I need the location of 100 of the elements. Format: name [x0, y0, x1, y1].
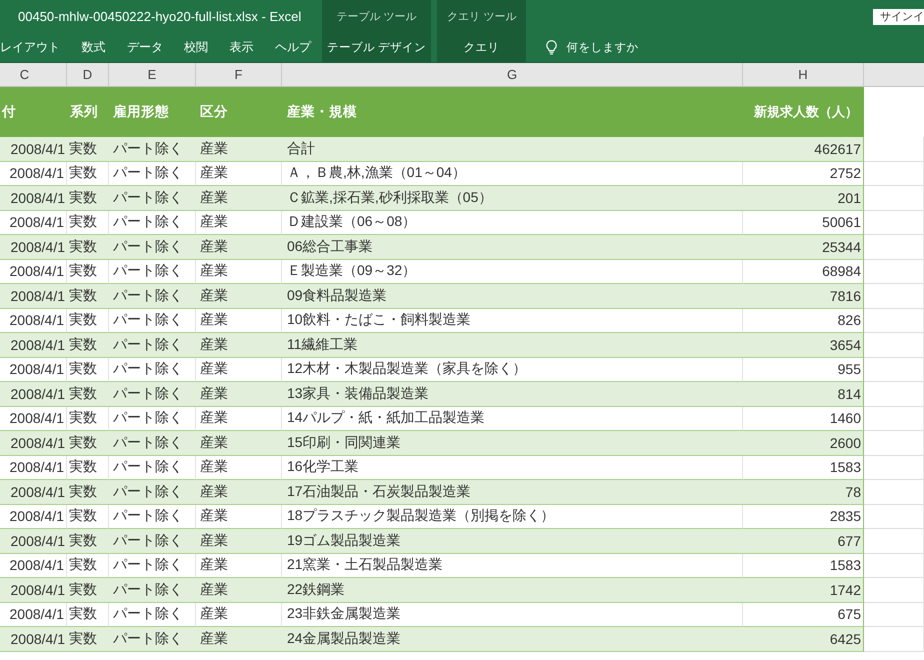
table-cell: 産業	[196, 186, 282, 210]
table-cell: 2008/4/1	[0, 554, 67, 578]
table-cell: 6425	[743, 627, 864, 652]
ribbon-tab[interactable]: テーブル デザイン	[325, 34, 428, 60]
table-cell: 19ゴム製品製造業	[282, 529, 743, 554]
column-header[interactable]: E	[109, 63, 196, 86]
table-cell: 実数	[67, 406, 109, 431]
table-cell: 7816	[743, 284, 864, 308]
table-cell: パート除く	[109, 406, 196, 431]
table-cell: 実数	[67, 284, 109, 308]
table-cell: 2008/4/1	[0, 456, 67, 480]
table-cell: 2008/4/1	[0, 162, 67, 186]
table-cell: パート除く	[109, 480, 196, 504]
sign-in-button[interactable]: サインイ	[873, 8, 924, 24]
table-cell: 産業	[196, 554, 282, 578]
column-header[interactable]: F	[196, 63, 282, 86]
table-cell: 15印刷・同関連業	[282, 431, 743, 456]
table-cell: Ｅ製造業（09～32）	[282, 260, 743, 284]
table-cell: 実数	[67, 431, 109, 456]
table-cell: パート除く	[109, 210, 196, 235]
ribbon-tab[interactable]: ヘルプ	[272, 34, 314, 60]
table-cell: 実数	[67, 260, 109, 284]
table-cell: 産業	[196, 406, 282, 431]
table-cell: 産業	[196, 308, 282, 333]
table-cell: パート除く	[109, 627, 196, 652]
table-cell: 2008/4/1	[0, 308, 67, 333]
ribbon-tab[interactable]: クエリ	[462, 34, 502, 60]
table-cell: 産業	[196, 137, 282, 162]
table-cell: パート除く	[109, 456, 196, 480]
table-cell: 2008/4/1	[0, 504, 67, 529]
table-cell: 14パルプ・紙・紙加工品製造業	[282, 406, 743, 431]
ribbon-tab[interactable]: レイアウト	[0, 34, 63, 60]
table-cell: パート除く	[109, 504, 196, 529]
column-header[interactable]: C	[0, 63, 67, 86]
ribbon-tab[interactable]: 校閲	[181, 34, 212, 60]
table-cell: パート除く	[109, 137, 196, 162]
table-cell: 1742	[743, 578, 864, 602]
table-cell: パート除く	[109, 358, 196, 382]
column-header[interactable]: H	[743, 63, 864, 86]
ribbon-tab[interactable]: 数式	[78, 34, 108, 60]
table-cell: 2008/4/1	[0, 210, 67, 235]
table-cell: 3654	[743, 333, 864, 358]
table-cell: 産業	[196, 578, 282, 602]
table-cell: 産業	[196, 260, 282, 284]
table-cell: 2008/4/1	[0, 431, 67, 456]
table-cell: 産業	[196, 431, 282, 456]
table-cell: 2752	[743, 162, 864, 186]
table-cell: 実数	[67, 480, 109, 504]
ribbon-tab[interactable]: データ	[124, 34, 166, 60]
table-cell: 2008/4/1	[0, 186, 67, 210]
column-header[interactable]: G	[282, 63, 743, 86]
table-cell: 1583	[743, 456, 864, 480]
table-cell: 23非鉄金属製造業	[282, 602, 743, 627]
table-header-cell: 付	[0, 87, 67, 137]
table-header-cell: 産業・規模	[282, 87, 743, 137]
table-cell: パート除く	[109, 431, 196, 456]
table-cell: 2008/4/1	[0, 480, 67, 504]
table-cell: 12木材・木製品製造業（家具を除く）	[282, 358, 743, 382]
table-cell: 産業	[196, 456, 282, 480]
table-cell: Ａ，Ｂ農,林,漁業（01～04）	[282, 162, 743, 186]
tell-me-button[interactable]: 何をしますか	[542, 36, 642, 60]
table-header-cell: 新規求人数（人）	[743, 87, 864, 137]
table-cell: 実数	[67, 162, 109, 186]
table-cell: 産業	[196, 382, 282, 406]
table-cell: 産業	[196, 284, 282, 308]
table-cell: 産業	[196, 504, 282, 529]
table-cell: 実数	[67, 529, 109, 554]
table-cell: 実数	[67, 210, 109, 235]
table-cell: 2008/4/1	[0, 358, 67, 382]
context-group-label: クエリ ツール	[447, 10, 516, 24]
table-cell: 実数	[67, 578, 109, 602]
table-cell: 2008/4/1	[0, 235, 67, 260]
table-cell: 2008/4/1	[0, 578, 67, 602]
table-cell: 2008/4/1	[0, 284, 67, 308]
table-cell: 2008/4/1	[0, 382, 67, 406]
ribbon-tab[interactable]: 表示	[226, 34, 257, 60]
table-cell: 産業	[196, 210, 282, 235]
table-cell: 17石油製品・石炭製品製造業	[282, 480, 743, 504]
table-cell: 2835	[743, 504, 864, 529]
table-cell: パート除く	[109, 554, 196, 578]
table-cell: 2008/4/1	[0, 406, 67, 431]
table-header-cell: 雇用形態	[109, 87, 196, 137]
table-cell: 実数	[67, 382, 109, 406]
table-cell: パート除く	[109, 333, 196, 358]
table-cell: 実数	[67, 186, 109, 210]
table-cell: 2008/4/1	[0, 602, 67, 627]
table-cell: 22鉄鋼業	[282, 578, 743, 602]
table-cell: 2600	[743, 431, 864, 456]
column-header[interactable]: D	[67, 63, 109, 86]
table-cell: 産業	[196, 358, 282, 382]
table-cell: 10飲料・たばこ・飼料製造業	[282, 308, 743, 333]
table-cell: 2008/4/1	[0, 627, 67, 652]
table-header-cell: 系列	[67, 87, 109, 137]
table-cell: 産業	[196, 529, 282, 554]
table-cell: 実数	[67, 504, 109, 529]
table-cell: 21窯業・土石製品製造業	[282, 554, 743, 578]
table-cell: 実数	[67, 358, 109, 382]
table-cell: 78	[743, 480, 864, 504]
table-cell: 実数	[67, 456, 109, 480]
table-cell: 826	[743, 308, 864, 333]
